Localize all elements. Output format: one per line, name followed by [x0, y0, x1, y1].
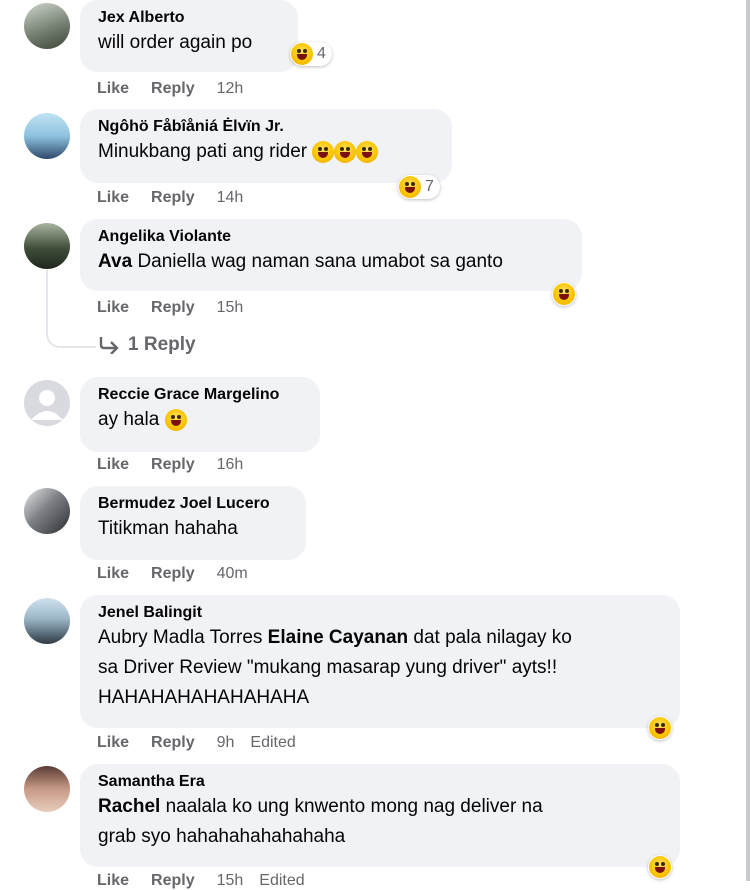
- comment-bubble: Reccie Grace Margelino ay hala: [80, 377, 320, 452]
- mention-link[interactable]: Rachel: [98, 796, 160, 817]
- scrollbar-track[interactable]: [746, 0, 750, 881]
- avatar[interactable]: [24, 3, 70, 49]
- comment-text-line: Aubry Madla Torres Elaine Cayanan dat pa…: [98, 623, 662, 653]
- thread-connector: [46, 320, 96, 348]
- timestamp[interactable]: 14h: [217, 189, 244, 207]
- reply-button[interactable]: Reply: [151, 80, 195, 98]
- reply-button[interactable]: Reply: [151, 456, 195, 474]
- haha-emoji-icon: [399, 176, 421, 198]
- comment-text-line: HAHAHAHAHAHAHAHA: [98, 687, 310, 708]
- avatar[interactable]: [24, 766, 70, 812]
- timestamp[interactable]: 15h: [217, 299, 244, 317]
- commenter-name[interactable]: Bermudez Joel Lucero: [98, 494, 288, 514]
- replies-count-label: 1 Reply: [128, 334, 196, 355]
- reaction-count: 7: [425, 178, 434, 195]
- commenter-name[interactable]: Jex Alberto: [98, 8, 280, 28]
- comment-bubble: Jenel Balingit Aubry Madla Torres Elaine…: [80, 595, 680, 728]
- avatar[interactable]: [24, 488, 70, 534]
- reply-button[interactable]: Reply: [151, 872, 195, 890]
- comment-text: Ava Daniella wag naman sana umabot sa ga…: [98, 247, 564, 277]
- commenter-name[interactable]: Samantha Era: [98, 772, 662, 792]
- like-button[interactable]: Like: [97, 456, 129, 474]
- comment-text-line: Rachel naalala ko ung knwento mong nag d…: [98, 792, 662, 822]
- comment-body: naalala ko ung knwento mong nag deliver …: [165, 796, 543, 817]
- reply-button[interactable]: Reply: [151, 734, 195, 752]
- comment-body: will order again po: [98, 32, 253, 53]
- default-avatar-icon: [31, 390, 63, 420]
- avatar[interactable]: [24, 113, 70, 159]
- mention-plain[interactable]: Aubry Madla Torres: [98, 627, 262, 648]
- comment-text-line: grab syo hahahahahahahaha: [98, 826, 346, 847]
- rofl-emoji-icon: [312, 140, 335, 163]
- reaction-count: 4: [317, 45, 326, 62]
- timestamp[interactable]: 40m: [217, 565, 248, 583]
- commenter-name[interactable]: Angelika Violante: [98, 227, 564, 247]
- reaction-summary[interactable]: [552, 282, 576, 306]
- edited-label: Edited: [250, 734, 296, 751]
- comment-text: will order again po: [98, 28, 280, 58]
- comment-actions: Like Reply 14h: [97, 189, 265, 207]
- comment-body: Titikman hahaha: [98, 518, 238, 539]
- avatar[interactable]: [24, 598, 70, 644]
- comment-body: Minukbang pati ang rider: [98, 141, 308, 162]
- haha-emoji-icon: [649, 856, 671, 878]
- timestamp[interactable]: 9h: [217, 734, 235, 752]
- reply-button[interactable]: Reply: [151, 299, 195, 317]
- reaction-summary[interactable]: [648, 855, 672, 879]
- comment-body: ay hala: [98, 409, 160, 430]
- mention-link[interactable]: Elaine Cayanan: [268, 627, 408, 648]
- comment-bubble: Jex Alberto will order again po: [80, 0, 298, 72]
- reply-button[interactable]: Reply: [151, 189, 195, 207]
- like-button[interactable]: Like: [97, 80, 129, 98]
- haha-emoji-icon: [291, 43, 313, 65]
- comment-text: ay hala: [98, 405, 302, 435]
- timestamp[interactable]: 15h: [217, 872, 244, 890]
- edited-label: Edited: [259, 872, 305, 889]
- rofl-emoji-icon: [356, 140, 379, 163]
- timestamp[interactable]: 16h: [217, 456, 244, 474]
- commenter-name[interactable]: Reccie Grace Margelino: [98, 385, 302, 405]
- comment-bubble: Samantha Era Rachel naalala ko ung knwen…: [80, 764, 680, 867]
- comment-actions: Like Reply 12h: [97, 80, 265, 98]
- comment-actions: Like Reply 15h Edited: [97, 872, 327, 890]
- comment-bubble: Bermudez Joel Lucero Titikman hahaha: [80, 486, 306, 560]
- comment-text-line: sa Driver Review "mukang masarap yung dr…: [98, 657, 558, 678]
- reply-button[interactable]: Reply: [151, 565, 195, 583]
- avatar[interactable]: [24, 380, 70, 426]
- like-button[interactable]: Like: [97, 565, 129, 583]
- commenter-name[interactable]: Ngôhö Fåbîåniá Ėlvïn Jr.: [98, 117, 434, 137]
- reaction-summary[interactable]: 4: [290, 42, 332, 66]
- comment-bubble: Angelika Violante Ava Daniella wag naman…: [80, 219, 582, 291]
- comment-actions: Like Reply 9h Edited: [97, 734, 318, 752]
- like-button[interactable]: Like: [97, 734, 129, 752]
- like-button[interactable]: Like: [97, 872, 129, 890]
- like-button[interactable]: Like: [97, 299, 129, 317]
- thread-line: [46, 270, 48, 320]
- haha-emoji-icon: [553, 283, 575, 305]
- view-replies-link[interactable]: 1 Reply: [98, 334, 196, 356]
- reaction-summary[interactable]: 7: [398, 175, 440, 199]
- comment-text: Minukbang pati ang rider: [98, 137, 434, 167]
- comment-actions: Like Reply 15h: [97, 299, 265, 317]
- comment-actions: Like Reply 16h: [97, 456, 265, 474]
- timestamp[interactable]: 12h: [217, 80, 244, 98]
- comment-body: dat pala nilagay ko: [413, 627, 572, 648]
- commenter-name[interactable]: Jenel Balingit: [98, 603, 662, 623]
- haha-emoji-icon: [334, 140, 357, 163]
- reply-arrow-icon: [99, 337, 119, 354]
- like-button[interactable]: Like: [97, 189, 129, 207]
- mention-link[interactable]: Ava: [98, 251, 132, 272]
- comment-body: Daniella wag naman sana umabot sa ganto: [137, 251, 503, 272]
- haha-emoji-icon: [649, 717, 671, 739]
- reaction-summary[interactable]: [648, 716, 672, 740]
- comment-text: Titikman hahaha: [98, 514, 288, 544]
- comment-bubble: Ngôhö Fåbîåniá Ėlvïn Jr. Minukbang pati …: [80, 109, 452, 183]
- astonished-emoji-icon: [164, 408, 187, 431]
- avatar[interactable]: [24, 223, 70, 269]
- comment-actions: Like Reply 40m: [97, 565, 270, 583]
